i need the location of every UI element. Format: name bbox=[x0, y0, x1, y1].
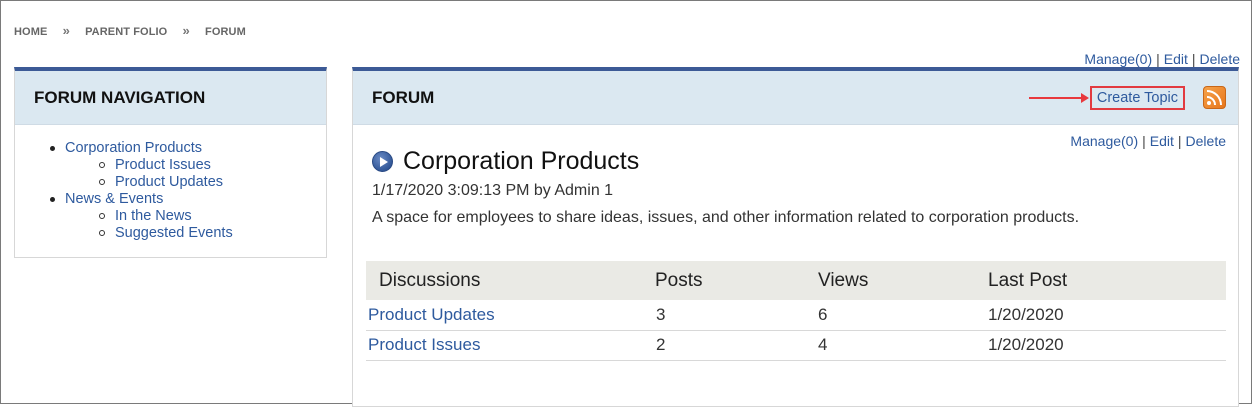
nav-subitem-in-the-news: In the News bbox=[65, 208, 326, 225]
nav-link-in-the-news[interactable]: In the News bbox=[115, 208, 192, 224]
nav-link-product-issues[interactable]: Product Issues bbox=[115, 157, 211, 173]
breadcrumb-forum: FORUM bbox=[205, 26, 246, 38]
action-separator: | bbox=[1191, 51, 1196, 67]
forum-edit-link[interactable]: Edit bbox=[1150, 133, 1174, 149]
forum-panel-header: FORUM Create Topic bbox=[353, 71, 1238, 125]
views-cell: 4 bbox=[818, 330, 988, 361]
nav-item-corporation-products: Corporation Products Product Issues Prod… bbox=[15, 140, 326, 191]
column-header-posts: Posts bbox=[655, 261, 818, 300]
create-topic-button[interactable]: Create Topic bbox=[1089, 85, 1185, 110]
last-post-cell: 1/20/2020 bbox=[988, 330, 1226, 361]
forum-description: A space for employees to share ideas, is… bbox=[372, 209, 1080, 226]
forum-header-tools: Create Topic bbox=[1028, 85, 1226, 110]
views-cell: 6 bbox=[818, 300, 988, 331]
forum-panel: FORUM Create Topic Manage(0) | Edit | Delete… bbox=[352, 67, 1239, 407]
table-row: Product Issues 2 4 1/20/2020 bbox=[366, 330, 1226, 361]
posts-cell: 3 bbox=[655, 300, 818, 331]
action-separator: | bbox=[1142, 133, 1146, 149]
breadcrumb-separator: » bbox=[62, 23, 70, 38]
red-arrow-icon bbox=[1028, 92, 1089, 103]
table-header-row: Discussions Posts Views Last Post bbox=[366, 261, 1226, 300]
edit-link[interactable]: Edit bbox=[1164, 51, 1188, 67]
posts-cell: 2 bbox=[655, 330, 818, 361]
forum-panel-title: FORUM bbox=[372, 87, 435, 107]
forum-meta: 1/17/2020 3:09:13 PM by Admin 1 bbox=[372, 182, 614, 199]
breadcrumb: HOME » PARENT FOLIO » FORUM bbox=[14, 23, 246, 38]
nav-item-news-events: News & Events In the News Suggested Even… bbox=[15, 191, 326, 242]
last-post-cell: 1/20/2020 bbox=[988, 300, 1226, 331]
discussion-link[interactable]: Product Updates bbox=[368, 305, 495, 324]
forum-navigation-panel: FORUM NAVIGATION Corporation Products Pr… bbox=[14, 67, 327, 258]
discussion-link[interactable]: Product Issues bbox=[368, 335, 480, 354]
nav-link-suggested-events[interactable]: Suggested Events bbox=[115, 225, 233, 241]
action-separator: | bbox=[1156, 51, 1160, 67]
nav-link-product-updates[interactable]: Product Updates bbox=[115, 174, 223, 190]
nav-sublist: In the News Suggested Events bbox=[65, 208, 326, 242]
breadcrumb-home[interactable]: HOME bbox=[14, 26, 47, 38]
breadcrumb-parent-folio[interactable]: PARENT FOLIO bbox=[85, 26, 167, 38]
nav-sublist: Product Issues Product Updates bbox=[65, 157, 326, 191]
table-row: Product Updates 3 6 1/20/2020 bbox=[366, 300, 1226, 331]
column-header-last-post: Last Post bbox=[988, 261, 1226, 300]
breadcrumb-separator: » bbox=[182, 23, 190, 38]
discussions-table: Discussions Posts Views Last Post Produc… bbox=[366, 261, 1226, 361]
play-circle-icon bbox=[372, 151, 393, 172]
page-actions: Manage(0) | Edit | Delete bbox=[1084, 51, 1240, 67]
nav-subitem-product-updates: Product Updates bbox=[65, 174, 326, 191]
rss-feed-icon[interactable] bbox=[1203, 86, 1226, 109]
forum-navigation-title: FORUM NAVIGATION bbox=[15, 71, 326, 125]
nav-subitem-suggested-events: Suggested Events bbox=[65, 225, 326, 242]
forum-manage-link[interactable]: Manage(0) bbox=[1070, 133, 1138, 149]
nav-link-corporation-products[interactable]: Corporation Products bbox=[65, 140, 202, 156]
column-header-views: Views bbox=[818, 261, 988, 300]
forum-title: Corporation Products bbox=[403, 147, 640, 175]
delete-link[interactable]: Delete bbox=[1200, 51, 1240, 67]
nav-subitem-product-issues: Product Issues bbox=[65, 157, 326, 174]
forum-navigation-list: Corporation Products Product Issues Prod… bbox=[15, 140, 326, 242]
forum-delete-link[interactable]: Delete bbox=[1186, 133, 1226, 149]
forum-title-row: Corporation Products bbox=[372, 147, 639, 176]
action-separator: | bbox=[1177, 133, 1182, 149]
nav-link-news-events[interactable]: News & Events bbox=[65, 191, 163, 207]
column-header-discussions: Discussions bbox=[366, 261, 655, 300]
forum-actions: Manage(0) | Edit | Delete bbox=[1070, 133, 1226, 149]
manage-link[interactable]: Manage(0) bbox=[1084, 51, 1152, 67]
